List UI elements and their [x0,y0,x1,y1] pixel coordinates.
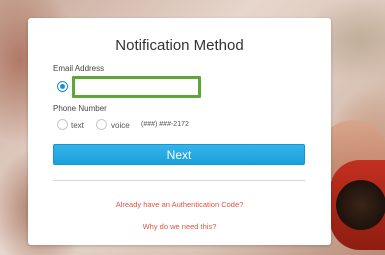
text-option-label[interactable]: text [71,121,84,130]
text-radio[interactable] [57,119,68,130]
voice-option-label[interactable]: voice [111,121,130,130]
notification-method-card: Notification Method Email Address Phone … [28,18,331,245]
page-title: Notification Method [115,37,244,54]
masked-phone-number: (###) ###-2172 [141,121,189,128]
email-field[interactable] [72,76,201,98]
divider [53,180,305,181]
phone-label: Phone Number [53,104,107,113]
next-button[interactable]: Next [53,144,305,165]
why-link[interactable]: Why do we need this? [28,222,331,231]
email-radio[interactable] [57,81,68,92]
background-coffee [336,180,385,230]
auth-code-link[interactable]: Already have an Authentication Code? [28,200,331,209]
voice-radio[interactable] [96,119,107,130]
email-label: Email Address [53,64,105,73]
